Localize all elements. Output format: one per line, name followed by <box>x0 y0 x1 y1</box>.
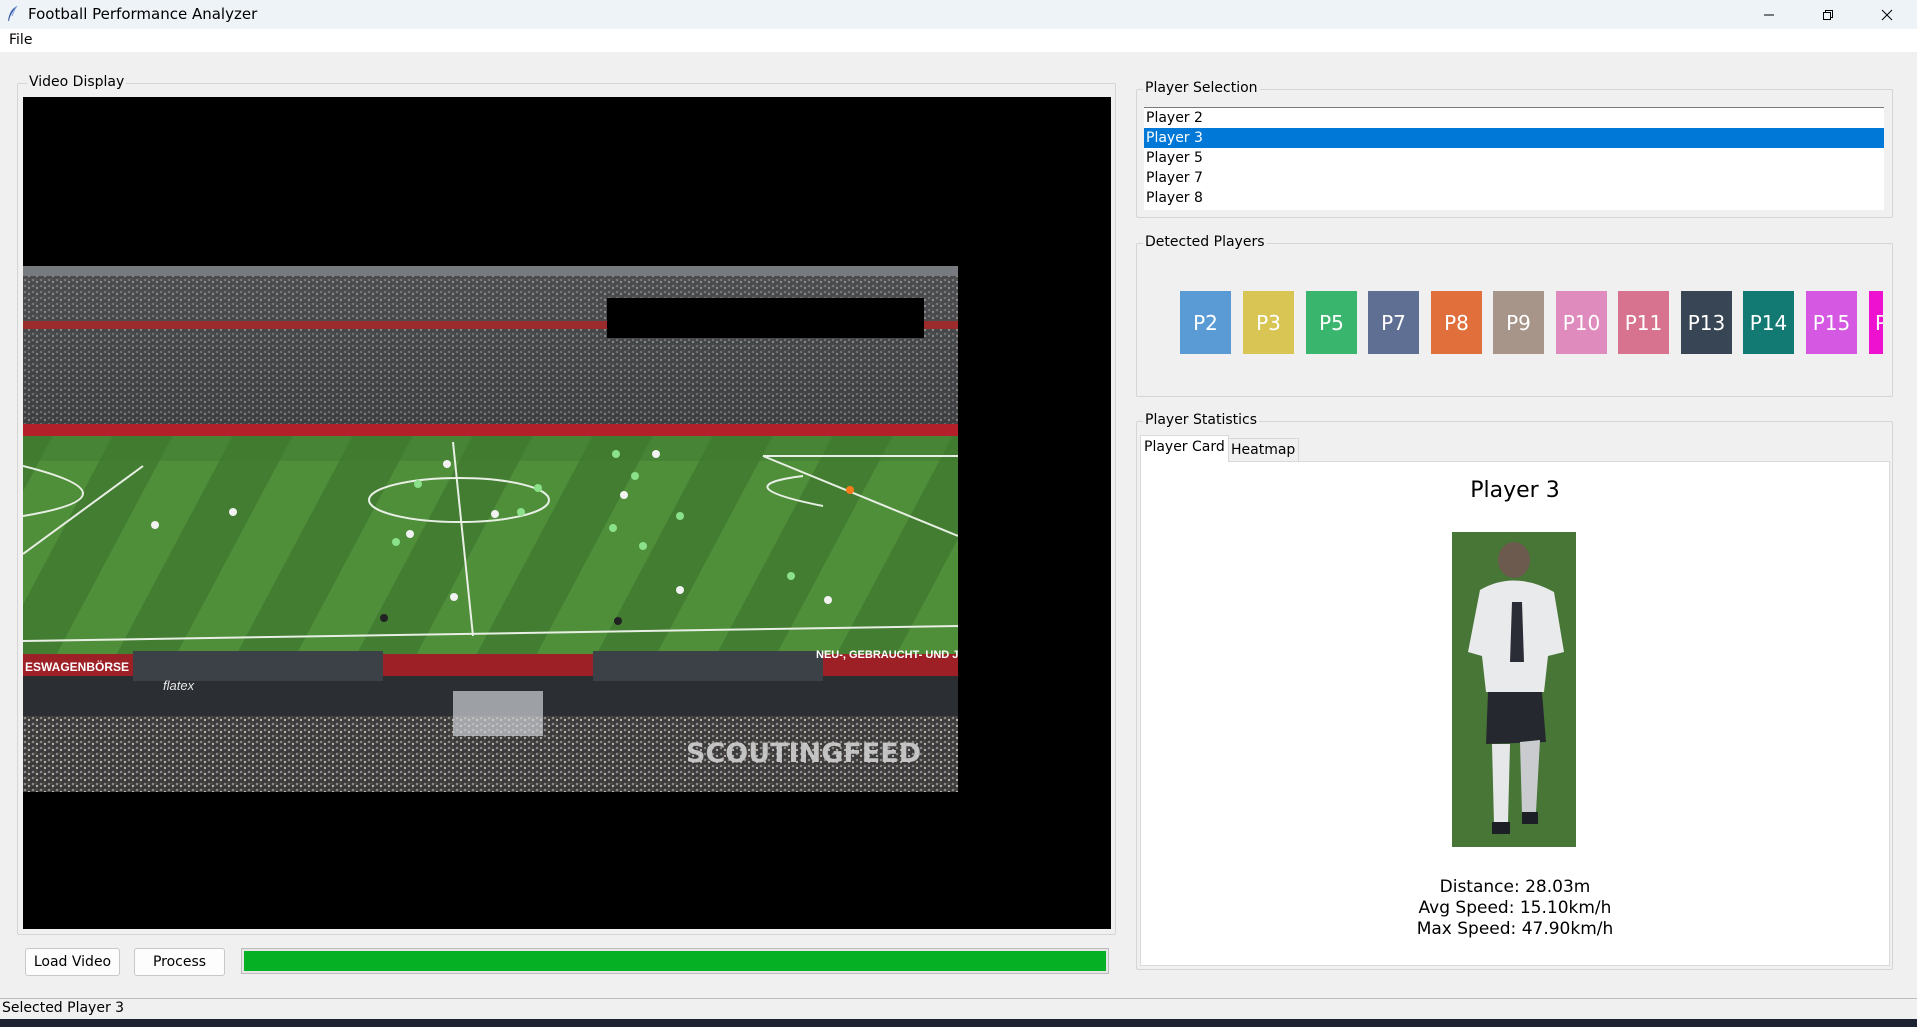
video-canvas[interactable]: ESWAGENBÖRSE NEU-, GEBRAUCHT- UND JA fla… <box>23 97 1111 929</box>
detected-players-label: Detected Players <box>1143 234 1267 250</box>
player-chip-p9[interactable]: P9 <box>1493 291 1544 354</box>
feather-icon <box>8 5 18 21</box>
title-bar: Football Performance Analyzer <box>0 0 1917 29</box>
player-chip-p14[interactable]: P14 <box>1743 291 1794 354</box>
player-crop-image <box>1452 532 1576 847</box>
player-chip-p11[interactable]: P11 <box>1618 291 1669 354</box>
player-chip-p3[interactable]: P3 <box>1243 291 1294 354</box>
player-listbox[interactable]: Player 2 Player 3 Player 5 Player 7 Play… <box>1144 107 1884 210</box>
watermark-text: SCOUTINGFEED <box>686 738 921 769</box>
stat-max-speed: Max Speed: 47.90km/h <box>1416 919 1614 939</box>
stadium-image: ESWAGENBÖRSE NEU-, GEBRAUCHT- UND JA fla… <box>23 266 958 792</box>
player-chip-p5[interactable]: P5 <box>1306 291 1357 354</box>
process-button[interactable]: Process <box>134 948 225 976</box>
player-statistics-label: Player Statistics <box>1143 412 1260 428</box>
banner-text-sponsor: flatex <box>163 678 195 693</box>
player-chip-partial[interactable]: P <box>1869 291 1883 354</box>
close-icon <box>1881 9 1893 20</box>
minimize-icon <box>1764 14 1774 15</box>
list-item[interactable]: Player 2 <box>1144 108 1884 128</box>
video-frame: ESWAGENBÖRSE NEU-, GEBRAUCHT- UND JA fla… <box>23 266 958 792</box>
player-chip-p7[interactable]: P7 <box>1368 291 1419 354</box>
tab-player-card[interactable]: Player Card <box>1140 435 1229 462</box>
list-item-selected[interactable]: Player 3 <box>1144 128 1884 148</box>
minimize-button[interactable] <box>1740 0 1798 29</box>
close-button[interactable] <box>1858 0 1916 29</box>
status-bar: Selected Player 3 <box>0 998 1917 1019</box>
player-chip-p13[interactable]: P13 <box>1681 291 1732 354</box>
player-stats: Distance: 28.03m Avg Speed: 15.10km/h Ma… <box>1141 877 1889 940</box>
banner-text-right: NEU-, GEBRAUCHT- UND JA <box>816 649 958 661</box>
list-item[interactable]: Player 5 <box>1144 148 1884 168</box>
progress-fill <box>244 951 1106 971</box>
status-text: Selected Player 3 <box>2 1000 125 1016</box>
player-card-panel: Player 3 Distance: 28.03m Avg Speed: 15.… <box>1140 461 1890 966</box>
list-item[interactable]: Player 7 <box>1144 168 1884 188</box>
player-chip-row: P2 P3 P5 P7 P8 P9 P10 P11 P13 P14 P15 P <box>1180 291 1883 354</box>
menu-bar: File <box>0 29 1917 52</box>
player-chip-p8[interactable]: P8 <box>1431 291 1482 354</box>
player-chip-p15[interactable]: P15 <box>1806 291 1857 354</box>
progress-bar <box>241 948 1109 974</box>
menu-file[interactable]: File <box>9 32 32 48</box>
player-chip-p10[interactable]: P10 <box>1556 291 1607 354</box>
load-video-button[interactable]: Load Video <box>25 948 120 976</box>
restore-button[interactable] <box>1799 0 1857 29</box>
video-display-label: Video Display <box>27 74 127 90</box>
stat-distance: Distance: 28.03m <box>1439 877 1591 897</box>
taskbar-edge <box>0 1019 1917 1027</box>
player-selection-label: Player Selection <box>1143 80 1260 96</box>
tab-heatmap[interactable]: Heatmap <box>1227 438 1300 461</box>
player-card-title: Player 3 <box>1470 478 1560 503</box>
restore-icon <box>1823 9 1833 20</box>
window-title: Football Performance Analyzer <box>28 5 258 23</box>
stat-avg-speed: Avg Speed: 15.10km/h <box>1418 898 1612 918</box>
banner-text-left: ESWAGENBÖRSE <box>25 659 129 674</box>
player-chip-p2[interactable]: P2 <box>1180 291 1231 354</box>
list-item[interactable]: Player 8 <box>1144 188 1884 208</box>
